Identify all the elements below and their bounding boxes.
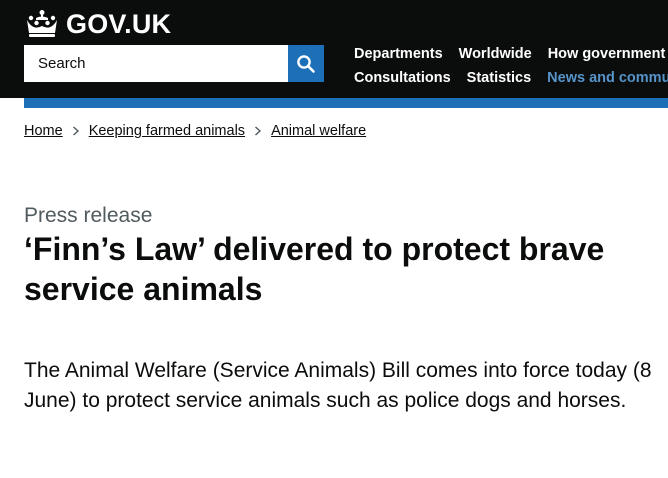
nav-row-1: Departments Worldwide How government wor… [354, 42, 668, 66]
breadcrumb: Home Keeping farmed animals Animal welfa… [24, 122, 366, 140]
document-type: Press release [24, 204, 153, 227]
chevron-right-icon [250, 122, 266, 140]
search-input[interactable] [24, 45, 288, 82]
lede-summary: The Animal Welfare (Service Animals) Bil… [24, 359, 652, 412]
nav-link-statistics[interactable]: Statistics [467, 70, 531, 86]
breadcrumb-keeping-farmed-animals[interactable]: Keeping farmed animals [89, 123, 245, 139]
nav-row-2: Consultations Statistics News and commun… [354, 66, 668, 90]
crown-icon [27, 10, 57, 37]
breadcrumb-home[interactable]: Home [24, 123, 63, 139]
page-title: ‘Finn’s Law’ delivered to protect brave … [24, 231, 605, 307]
nav-link-departments[interactable]: Departments [354, 46, 443, 62]
site-header: GOV.UK Departments Worldwide How governm… [0, 0, 668, 98]
header-accent-bar [24, 98, 668, 108]
nav-link-worldwide[interactable]: Worldwide [459, 46, 532, 62]
search-icon [297, 54, 315, 73]
search-button[interactable] [288, 45, 324, 82]
top-navigation: Departments Worldwide How government wor… [354, 42, 668, 90]
search-form [24, 45, 324, 82]
nav-link-how-government-works[interactable]: How government works [548, 46, 668, 62]
nav-link-news-and-communications[interactable]: News and communications [547, 70, 668, 86]
nav-link-consultations[interactable]: Consultations [354, 70, 451, 86]
breadcrumb-animal-welfare[interactable]: Animal welfare [271, 123, 366, 139]
chevron-right-icon [68, 122, 84, 140]
govuk-logo-link[interactable]: GOV.UK [24, 8, 171, 40]
logo-text: GOV.UK [66, 8, 172, 39]
